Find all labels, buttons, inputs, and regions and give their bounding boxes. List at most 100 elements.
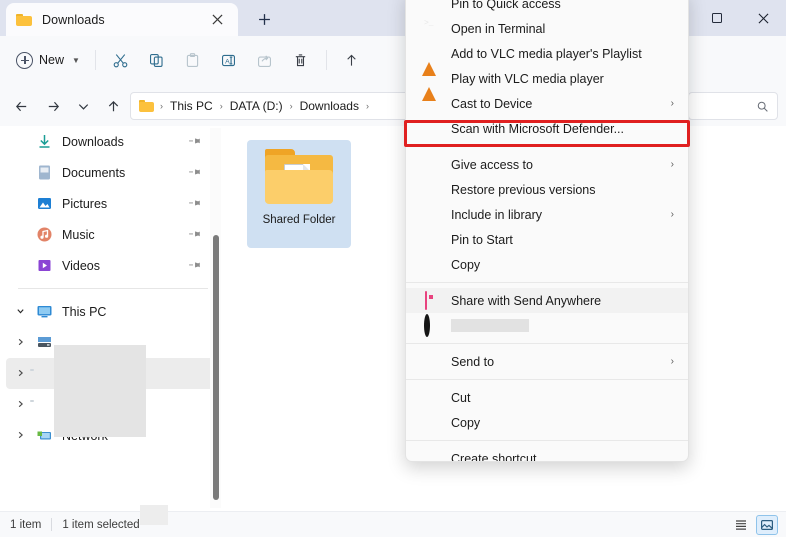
menu-item-cast-to-device[interactable]: Cast to Device › [406,91,688,116]
download-icon [36,133,53,150]
menu-separator [406,343,688,344]
context-menu: Pin to Quick access Open in Terminal Add… [405,0,689,462]
breadcrumb-item-downloads[interactable]: Downloads [295,97,364,115]
share-icon [258,55,272,67]
sort-button[interactable] [334,44,370,76]
sidebar-label: Documents [62,165,126,180]
chevron-right-icon[interactable] [16,337,25,348]
arrow-right-icon [48,101,59,111]
breadcrumb-separator: › [365,101,369,111]
chevron-down-icon [78,103,88,110]
up-button[interactable] [100,94,126,118]
chevron-right-icon[interactable] [16,368,25,379]
breadcrumb-item-data-d[interactable]: DATA (D:) [225,97,288,115]
shield-icon [422,120,439,137]
no-icon [422,414,439,431]
chevron-right-icon[interactable] [16,399,25,410]
menu-item-give-access-to[interactable]: Give access to › [406,152,688,177]
sidebar-item-downloads[interactable]: Downloads [6,126,214,157]
menu-item-label: Copy [451,257,481,272]
no-icon [422,181,439,198]
delete-button[interactable] [283,44,319,76]
menu-item-play-with-vlc[interactable]: Play with VLC media player [406,66,688,101]
menu-item-create-shortcut[interactable]: Create shortcut [406,446,688,462]
menu-item-include-in-library[interactable]: Include in library › [406,202,688,227]
sidebar-label: Music [62,227,95,242]
chevron-down-icon: ▼ [72,55,80,65]
no-icon [422,95,439,112]
sidebar-item-this-pc[interactable]: This PC [6,296,214,327]
menu-item-redacted[interactable] [406,313,688,338]
sidebar-item-pictures[interactable]: Pictures [6,188,214,219]
details-view-button[interactable] [730,515,752,535]
new-tab-button[interactable] [248,6,280,33]
scissors-icon [114,53,128,67]
breadcrumb-item-this-pc[interactable]: This PC [165,97,218,115]
chevron-right-icon: › [670,356,674,367]
menu-item-label: Pin to Start [451,232,513,247]
recent-locations-button[interactable] [70,94,96,118]
sidebar-item-documents[interactable]: Documents [6,157,214,188]
breadcrumb-separator: › [219,101,223,111]
chevron-right-icon: › [670,209,674,220]
maximize-button[interactable] [694,0,740,36]
menu-item-scan-with-defender[interactable]: Scan with Microsoft Defender... [406,116,688,141]
chevron-right-icon: › [670,159,674,170]
tab-title: Downloads [42,12,105,27]
file-item-shared-folder[interactable]: ➤ Shared Folder [247,140,351,248]
chevron-down-icon[interactable] [16,306,25,317]
view-switcher [730,515,778,535]
menu-item-label: Cut [451,390,471,405]
sidebar-item-music[interactable]: Music [6,219,214,250]
menu-item-pin-to-start[interactable]: Pin to Start [406,227,688,252]
menu-item-copy-1[interactable]: Copy [406,252,688,277]
breadcrumb-separator: › [289,101,293,111]
menu-item-add-to-vlc-playlist[interactable]: Add to VLC media player's Playlist [406,41,688,76]
paste-button[interactable] [175,44,211,76]
toolbar-divider-2 [325,50,327,70]
menu-item-open-in-terminal[interactable]: Open in Terminal [406,16,688,41]
sidebar-label: Videos [62,258,100,273]
menu-item-send-to[interactable]: Send to › [406,349,688,374]
menu-item-share-with-send-anywhere[interactable]: Share with Send Anywhere [406,288,688,313]
large-icons-view-button[interactable] [756,515,778,535]
selection-label: 1 item selected [62,518,140,531]
menu-item-restore-previous-versions[interactable]: Restore previous versions [406,177,688,202]
sidebar-divider [18,288,208,289]
search-icon [757,101,768,112]
rename-button[interactable]: A [211,44,247,76]
breadcrumb-separator: › [160,101,163,111]
copy-button[interactable] [139,44,175,76]
file-item-label: Shared Folder [262,214,336,226]
search-input[interactable] [688,92,778,120]
menu-item-label: Pin to Quick access [451,0,561,11]
menu-item-label: Play with VLC media player [451,71,604,86]
cut-button[interactable] [103,44,139,76]
window-controls [694,0,786,36]
plus-icon [258,14,270,25]
chevron-right-icon[interactable] [16,430,25,441]
no-icon [422,156,439,173]
status-divider [51,518,53,531]
back-button[interactable] [8,94,34,118]
sort-up-icon [347,54,357,66]
tab-downloads[interactable]: Downloads [6,3,238,36]
menu-item-label: Copy [451,415,481,430]
chevron-right-icon: › [670,98,674,109]
menu-item-copy-2[interactable]: Copy [406,410,688,435]
menu-separator [406,146,688,147]
menu-item-pin-to-quick-access[interactable]: Pin to Quick access [406,0,688,16]
menu-item-label: Cast to Device [451,96,533,111]
drive-icon [36,396,53,413]
paste-icon [187,52,199,67]
forward-button[interactable] [40,94,66,118]
sidebar-scrollbar-thumb[interactable] [213,235,219,500]
sidebar-item-videos[interactable]: Videos [6,250,214,281]
close-window-button[interactable] [740,0,786,36]
menu-item-cut[interactable]: Cut [406,385,688,410]
menu-item-label: Give access to [451,157,533,172]
menu-item-label: Send to [451,354,495,369]
new-button[interactable]: New ▼ [10,44,88,76]
close-tab-icon[interactable] [206,9,228,31]
share-button[interactable] [247,44,283,76]
